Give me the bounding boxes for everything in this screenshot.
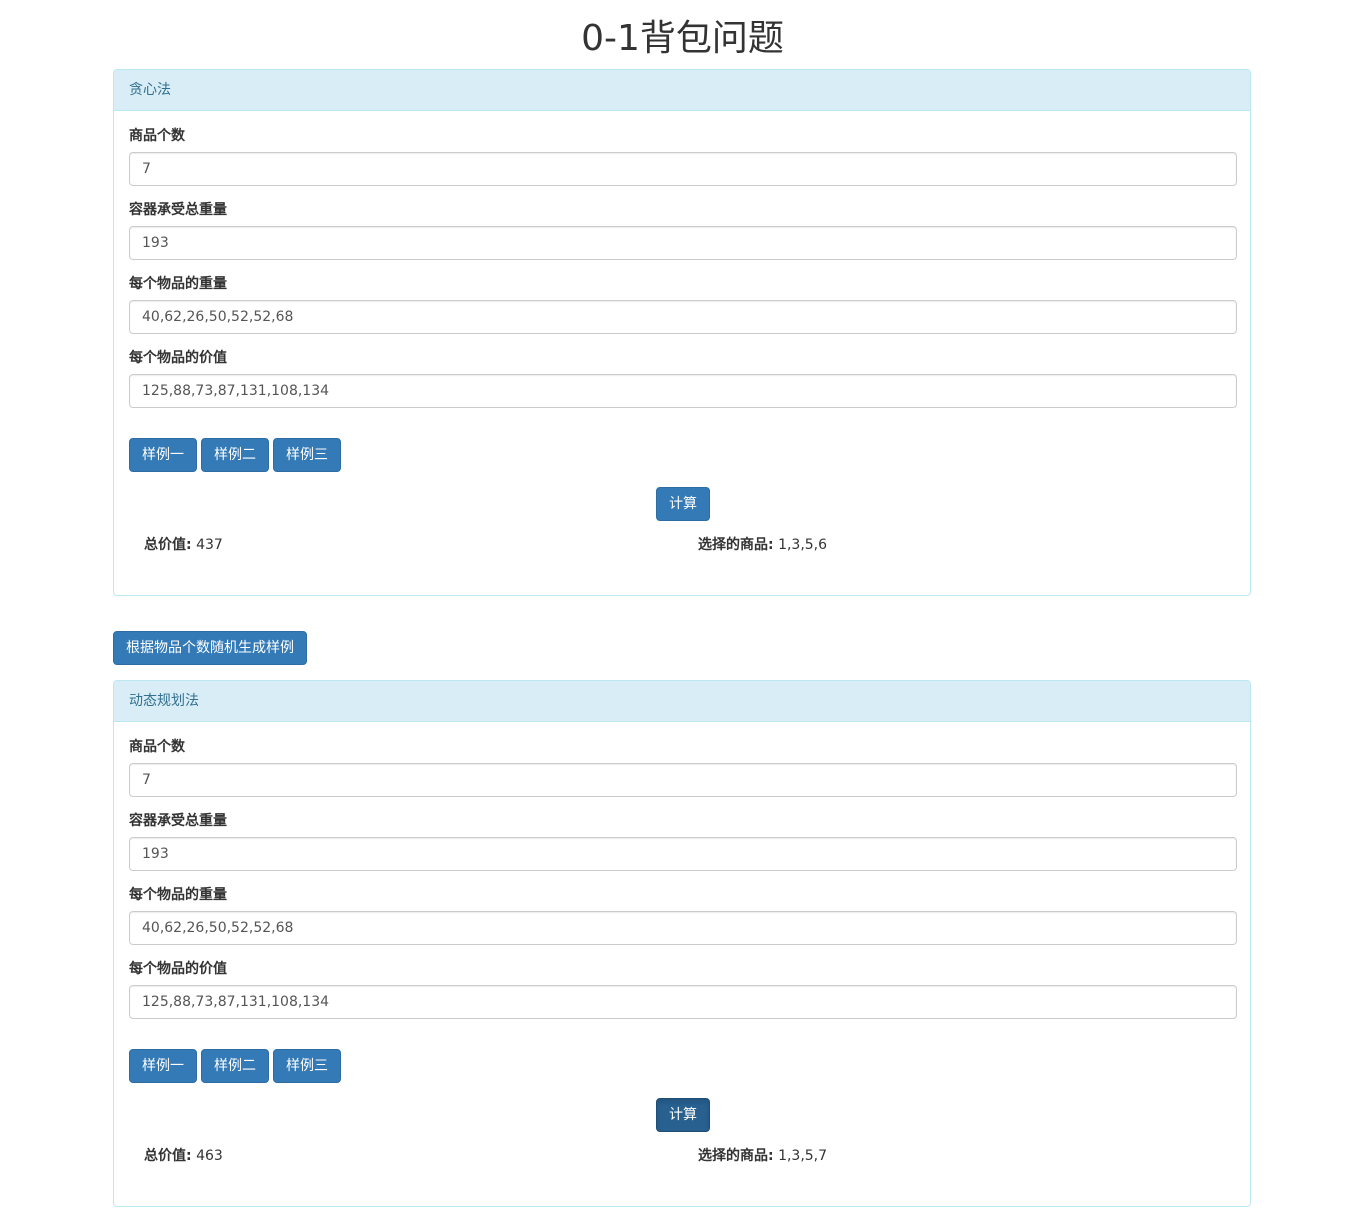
values-label: 每个物品的价值 (129, 350, 227, 366)
item-count-input[interactable] (129, 152, 1237, 186)
selected-items-label: 选择的商品: (698, 537, 774, 553)
sample-2-button[interactable]: 样例二 (201, 438, 269, 472)
page-title: 0-1背包问题 (581, 18, 784, 59)
compute-button[interactable]: 计算 (656, 487, 710, 521)
weights-input[interactable] (129, 911, 1237, 945)
total-value-label: 总价值: (144, 537, 192, 553)
weights-input[interactable] (129, 300, 1237, 334)
selected-items: 1,3,5,7 (778, 1148, 828, 1164)
greedy-panel: 贪心法 商品个数 容器承受总重量 每个物品的重量 每个物品的价值 样例一 样例二… (113, 69, 1251, 596)
dp-panel: 动态规划法 商品个数 容器承受总重量 每个物品的重量 每个物品的价值 样例一 样… (113, 680, 1251, 1207)
selected-items-result: 选择的商品: 1,3,5,7 (698, 1146, 827, 1166)
random-generate-button[interactable]: 根据物品个数随机生成样例 (113, 631, 307, 665)
sample-1-button[interactable]: 样例一 (129, 1049, 197, 1083)
values-input[interactable] (129, 985, 1237, 1019)
total-value-label: 总价值: (144, 1148, 192, 1164)
selected-items-label: 选择的商品: (698, 1148, 774, 1164)
total-value: 463 (196, 1148, 223, 1164)
compute-button[interactable]: 计算 (656, 1098, 710, 1132)
item-count-label: 商品个数 (129, 128, 185, 144)
capacity-input[interactable] (129, 226, 1237, 260)
capacity-input[interactable] (129, 837, 1237, 871)
sample-3-button[interactable]: 样例三 (273, 438, 341, 472)
dp-panel-heading: 动态规划法 (114, 681, 1250, 722)
sample-1-button[interactable]: 样例一 (129, 438, 197, 472)
item-count-input[interactable] (129, 763, 1237, 797)
total-value-result: 总价值: 463 (144, 1146, 223, 1166)
capacity-label: 容器承受总重量 (129, 202, 227, 218)
weights-label: 每个物品的重量 (129, 276, 227, 292)
sample-3-button[interactable]: 样例三 (273, 1049, 341, 1083)
total-value-result: 总价值: 437 (144, 535, 223, 555)
values-input[interactable] (129, 374, 1237, 408)
total-value: 437 (196, 537, 223, 553)
greedy-panel-heading: 贪心法 (114, 70, 1250, 111)
selected-items-result: 选择的商品: 1,3,5,6 (698, 535, 827, 555)
item-count-label: 商品个数 (129, 739, 185, 755)
values-label: 每个物品的价值 (129, 961, 227, 977)
weights-label: 每个物品的重量 (129, 887, 227, 903)
selected-items: 1,3,5,6 (778, 537, 828, 553)
capacity-label: 容器承受总重量 (129, 813, 227, 829)
sample-2-button[interactable]: 样例二 (201, 1049, 269, 1083)
